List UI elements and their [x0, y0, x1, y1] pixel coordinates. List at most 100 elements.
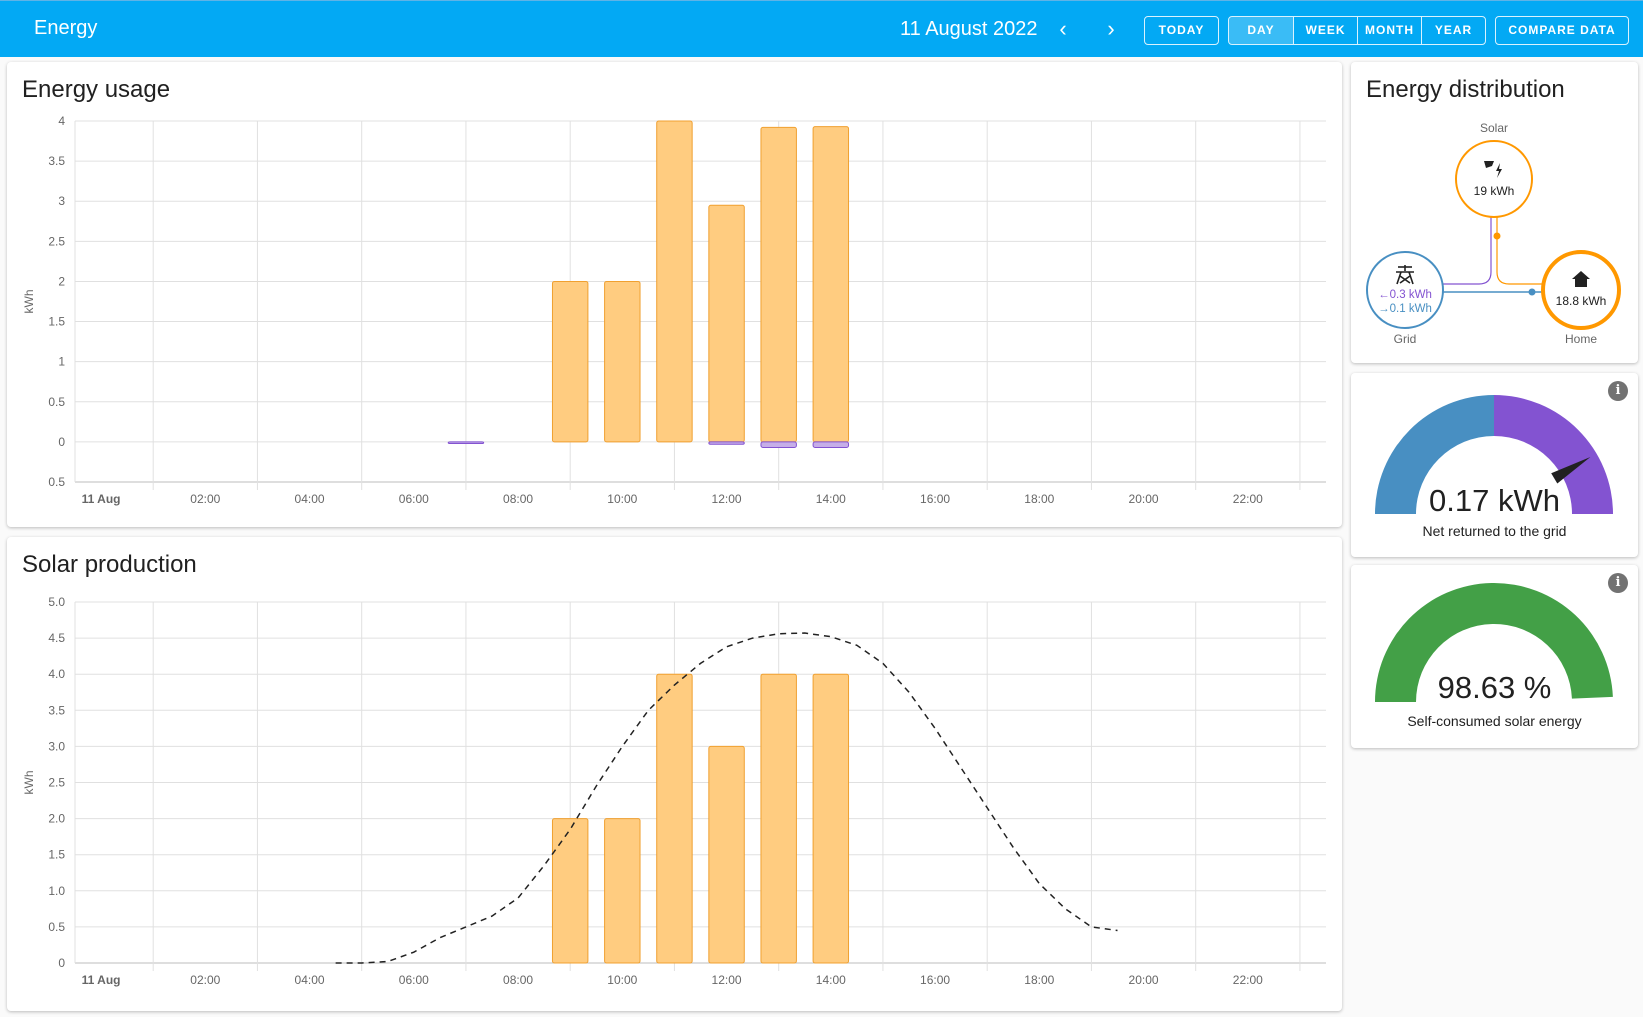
solar-bar	[656, 673, 693, 964]
solar-bar	[551, 818, 589, 964]
y-tick-label: 4.5	[48, 631, 65, 645]
solar-bar	[604, 818, 641, 964]
x-tick-label: 11 Aug	[82, 973, 121, 987]
x-tick-label: 20:00	[1129, 492, 1159, 506]
compare-data-button[interactable]: COMPARE DATA	[1495, 16, 1629, 45]
y-tick-label: 3.5	[48, 703, 65, 717]
grid-consumed-value: →0.1 kWh	[1378, 303, 1432, 315]
x-tick-label: 22:00	[1233, 492, 1263, 506]
solar-to-grid-line	[1441, 217, 1492, 285]
x-tick-label: 04:00	[295, 492, 325, 506]
x-tick-label: 10:00	[607, 973, 637, 987]
y-axis-label: kWh	[22, 771, 36, 795]
y-tick-label: 2.5	[48, 234, 65, 248]
x-tick-label: 18:00	[1024, 492, 1054, 506]
x-tick-label: 12:00	[712, 492, 742, 506]
x-tick-label: 22:00	[1233, 973, 1263, 987]
solar-bar	[760, 126, 797, 443]
x-tick-label: 20:00	[1129, 973, 1159, 987]
solar-label: Solar	[1480, 121, 1508, 135]
gauge-label: Self-consumed solar energy	[1407, 713, 1582, 729]
returned-bar	[812, 441, 850, 449]
grid-label: Grid	[1394, 332, 1417, 346]
x-tick-label: 08:00	[503, 492, 533, 506]
app-header: Energy 11 August 2022 ‹ › TODAY DAY WEEK…	[0, 0, 1643, 57]
x-tick-label: 12:00	[712, 973, 742, 987]
period-selector: DAY WEEK MONTH YEAR	[1228, 16, 1486, 45]
x-tick-label: 06:00	[399, 492, 429, 506]
y-tick-label: 3.0	[48, 739, 65, 753]
solar-bar	[551, 280, 589, 443]
y-tick-label: 2.5	[48, 776, 65, 790]
y-tick-label: 0	[58, 435, 65, 449]
y-axis-label: kWh	[22, 290, 36, 314]
x-tick-label: 18:00	[1024, 973, 1054, 987]
home-node[interactable]	[1541, 250, 1621, 330]
solar-bar	[812, 673, 850, 964]
y-tick-label: 0.5	[48, 920, 65, 934]
chevron-left-icon: ‹	[1059, 16, 1067, 41]
current-date: 11 August 2022	[900, 18, 1038, 40]
y-tick-label: 1.0	[48, 884, 65, 898]
returned-bar	[760, 441, 797, 449]
returned-bar	[447, 441, 485, 444]
solar-bar	[604, 280, 641, 443]
next-period-button[interactable]: ›	[1096, 15, 1126, 45]
solar-bar	[760, 673, 797, 964]
y-tick-label: 5.0	[48, 595, 65, 609]
energy-distribution-card: Energy distribution Solar 19 kWh ←0.3 kW…	[1351, 62, 1638, 363]
grid-flow-dot	[1528, 288, 1536, 296]
previous-period-button[interactable]: ‹	[1048, 15, 1078, 45]
y-tick-label: 4	[58, 114, 65, 128]
distribution-diagram: Solar 19 kWh ←0.3 kWh →0.1 kWh Grid 18.8…	[1366, 121, 1621, 346]
y-tick-label: 1.5	[48, 315, 65, 329]
x-tick-label: 10:00	[607, 492, 637, 506]
x-tick-label: 04:00	[295, 973, 325, 987]
grid-net-gauge-card: i 0.17 kWh Net returned to the grid	[1351, 373, 1638, 557]
chevron-right-icon: ›	[1107, 16, 1115, 41]
solar-bar	[708, 204, 745, 443]
period-month-button[interactable]: MONTH	[1357, 17, 1421, 44]
solar-node[interactable]	[1455, 140, 1533, 218]
y-tick-label: 3.5	[48, 154, 65, 168]
x-tick-label: 02:00	[190, 973, 220, 987]
y-tick-label: 0.5	[48, 395, 65, 409]
solar-bar	[656, 120, 693, 443]
x-tick-label: 08:00	[503, 973, 533, 987]
period-day-button[interactable]: DAY	[1229, 17, 1293, 44]
y-tick-label: 4.0	[48, 667, 65, 681]
solar-flow-dot	[1493, 232, 1501, 240]
solar-production-card: Solar production 5.0 4.5 4.0 3.5 3.0 2.5 2.0 1.…	[7, 537, 1342, 1011]
y-tick-label: 3	[58, 194, 65, 208]
y-tick-label: 0	[58, 956, 65, 970]
home-label: Home	[1565, 332, 1597, 346]
y-tick-label: 2	[58, 274, 65, 288]
x-tick-label: 14:00	[816, 973, 846, 987]
self-consumed-gauge-card: i 98.63 % Self-consumed solar energy	[1351, 565, 1638, 748]
gauge-label: Net returned to the grid	[1422, 523, 1567, 539]
y-tick-label: 0.5	[48, 475, 65, 489]
gauge-value: 98.63 %	[1437, 670, 1552, 705]
y-tick-label: 1.5	[48, 848, 65, 862]
solar-value: 19 kWh	[1474, 184, 1515, 198]
today-button[interactable]: TODAY	[1144, 16, 1219, 45]
x-tick-label: 06:00	[399, 973, 429, 987]
solar-production-chart: 5.0 4.5 4.0 3.5 3.0 2.5 2.0 1.5 1.0 0.5 0 11 Aug 02:…	[22, 595, 1326, 987]
period-week-button[interactable]: WEEK	[1293, 17, 1357, 44]
grid-returned-value: ←0.3 kWh	[1378, 289, 1432, 301]
home-value: 18.8 kWh	[1556, 294, 1607, 308]
x-tick-label: 16:00	[920, 973, 950, 987]
y-tick-label: 2.0	[48, 812, 65, 826]
x-tick-label: 02:00	[190, 492, 220, 506]
y-tick-label: 1	[58, 355, 65, 369]
solar-to-home-line	[1496, 217, 1549, 285]
x-tick-label: 14:00	[816, 492, 846, 506]
solar-bar	[812, 126, 850, 443]
energy-usage-card: Energy usage 4 3.5 3 2.5 2 1.5 1 0.5 0 0.5 11 Aug 0…	[7, 62, 1342, 527]
solar-bar	[708, 745, 745, 964]
page-title: Energy	[34, 17, 98, 39]
period-year-button[interactable]: YEAR	[1421, 17, 1485, 44]
returned-bar	[708, 441, 745, 445]
energy-usage-chart: 4 3.5 3 2.5 2 1.5 1 0.5 0 0.5 11 Aug 02:00 04:00 06:0…	[22, 114, 1326, 506]
gauge-value: 0.17 kWh	[1429, 483, 1560, 518]
